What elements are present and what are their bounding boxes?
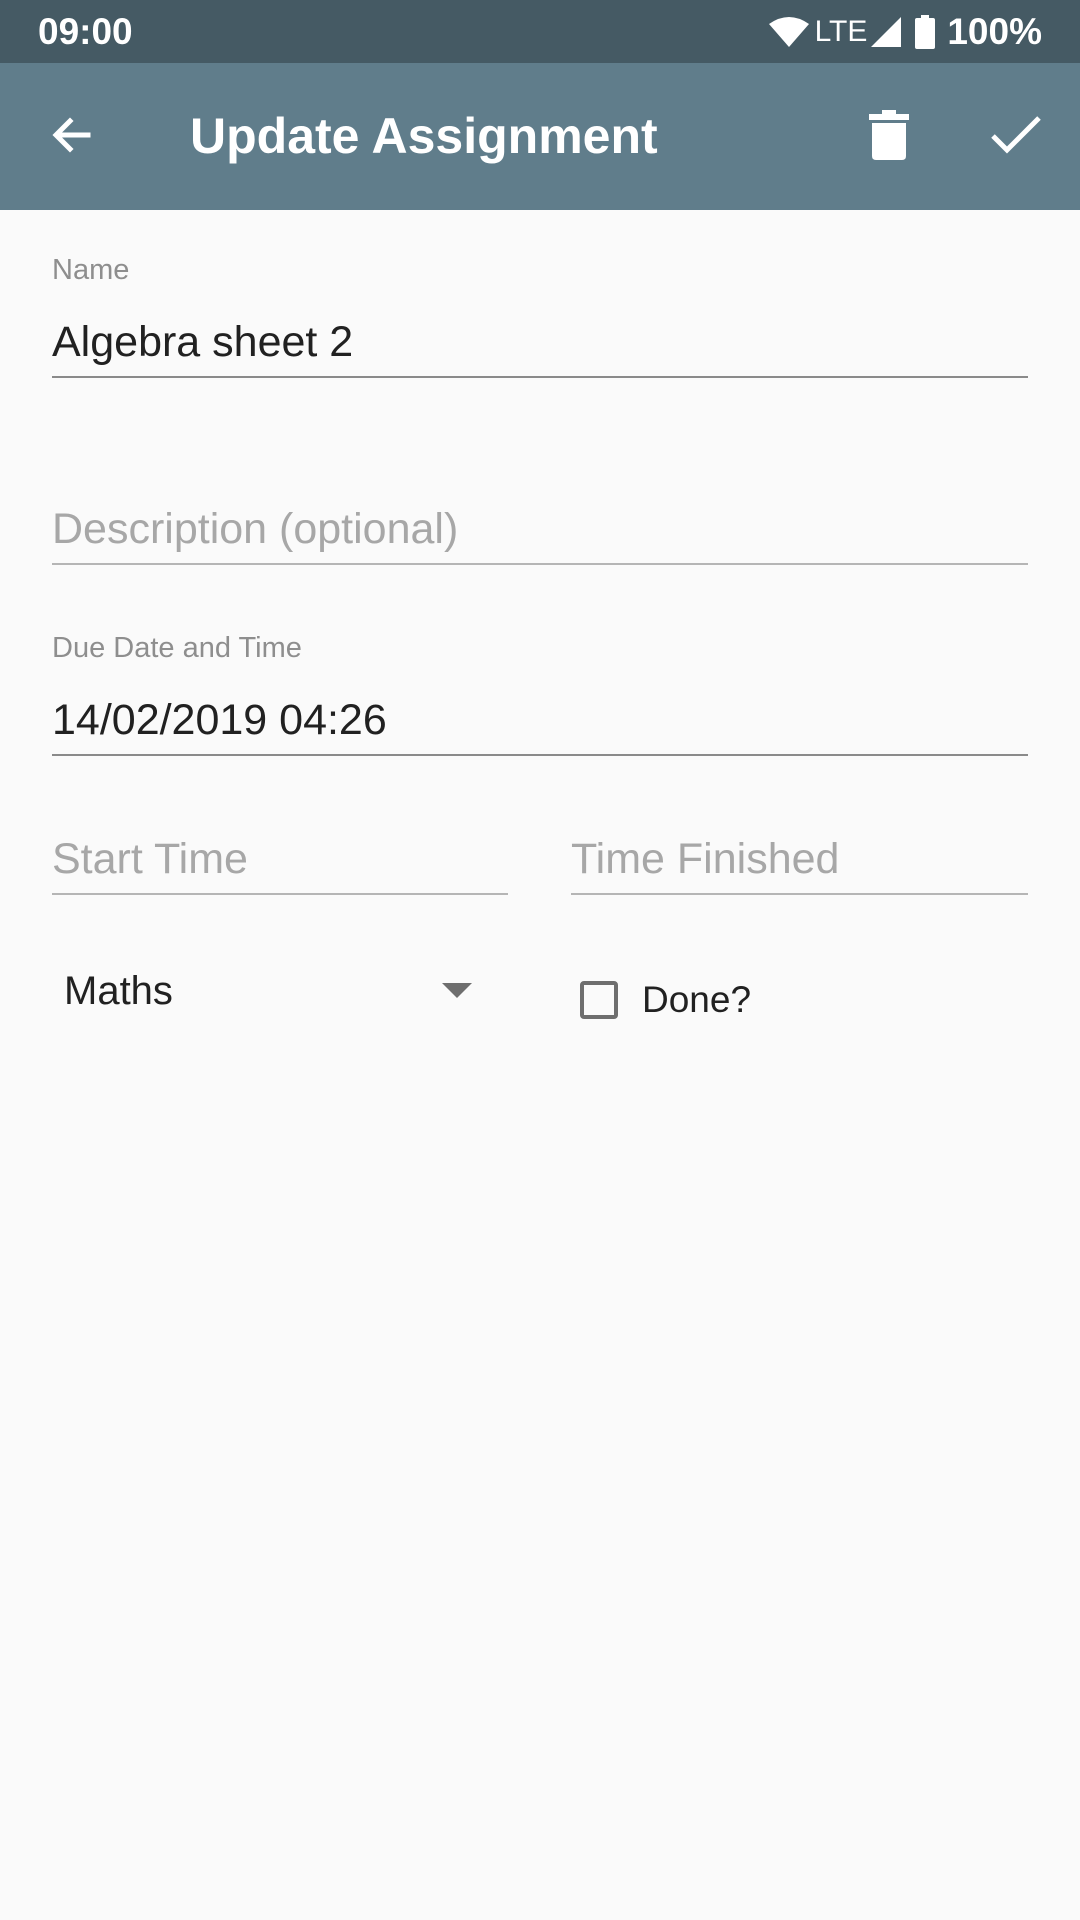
time-finished-input[interactable]: Time Finished bbox=[571, 825, 1028, 895]
signal-icon bbox=[871, 16, 902, 47]
due-date-input[interactable]: 14/02/2019 04:26 bbox=[52, 686, 1028, 756]
status-time: 09:00 bbox=[38, 11, 133, 52]
subject-selected: Maths bbox=[64, 969, 173, 1013]
back-button[interactable] bbox=[36, 101, 108, 173]
back-arrow-icon bbox=[48, 111, 96, 164]
status-bar: 09:00 LTE 100% bbox=[0, 0, 1080, 63]
description-input[interactable]: Description (optional) bbox=[52, 495, 1028, 565]
trash-icon bbox=[869, 109, 909, 165]
start-time-input[interactable]: Start Time bbox=[52, 825, 508, 895]
checkmark-icon bbox=[990, 115, 1042, 160]
name-label: Name bbox=[52, 254, 130, 286]
save-button[interactable] bbox=[980, 101, 1052, 173]
dropdown-arrow-icon bbox=[442, 983, 472, 1004]
delete-button[interactable] bbox=[853, 101, 925, 173]
checkbox-box[interactable] bbox=[580, 981, 618, 1019]
app-bar: Update Assignment bbox=[0, 63, 1080, 210]
battery-percent: 100% bbox=[947, 10, 1042, 52]
subject-dropdown[interactable]: Maths bbox=[52, 955, 492, 1027]
done-checkbox[interactable]: Done? bbox=[572, 970, 751, 1030]
network-type: LTE bbox=[814, 14, 868, 48]
status-indicators: LTE 100% bbox=[768, 0, 1042, 63]
name-input[interactable]: Algebra sheet 2 bbox=[52, 308, 1028, 378]
done-label: Done? bbox=[642, 979, 752, 1020]
page-title: Update Assignment bbox=[190, 108, 658, 164]
wifi-icon bbox=[768, 16, 809, 48]
battery-icon bbox=[915, 14, 936, 49]
due-date-label: Due Date and Time bbox=[52, 632, 302, 664]
